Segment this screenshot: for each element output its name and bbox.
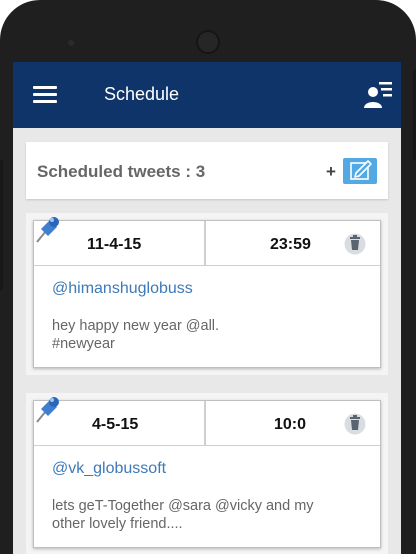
tweet-card: 4-5-15 10:0 @vk_globussoft lets geT-Toge…	[26, 393, 388, 554]
tweet-header: 11-4-15 23:59	[34, 217, 380, 266]
hamburger-menu-icon[interactable]	[33, 86, 57, 104]
tweet-content-box: 11-4-15 23:59 @himanshuglobuss hey happy…	[33, 217, 381, 368]
edit-pencil-icon	[350, 160, 372, 180]
phone-frame: Schedule Scheduled tweets : 3 + 11-4-15 …	[0, 0, 416, 554]
tweet-date: 11-4-15	[87, 236, 142, 253]
scheduled-count-label: Scheduled tweets : 3	[37, 162, 206, 181]
sensor	[68, 40, 74, 46]
tweet-text: lets geT-Together @sara @vicky and my ot…	[52, 498, 314, 532]
tweet-header: 4-5-15 10:0	[34, 397, 380, 446]
phone-top-bezel	[0, 0, 416, 62]
user-list-icon[interactable]	[363, 78, 393, 110]
tweet-time: 23:59	[270, 236, 311, 253]
app-bar: Schedule	[13, 62, 401, 128]
tweet-time: 10:0	[274, 416, 307, 433]
header-divider	[204, 401, 206, 445]
tweet-text: hey happy new year @all. #newyear	[52, 318, 220, 352]
side-button-left	[0, 160, 3, 290]
add-symbol[interactable]: +	[326, 162, 336, 182]
front-camera	[196, 30, 220, 54]
compose-tweet-button[interactable]	[343, 158, 377, 184]
screen: Schedule Scheduled tweets : 3 + 11-4-15 …	[13, 62, 401, 554]
tweet-body: @himanshuglobuss hey happy new year @all…	[34, 266, 380, 367]
tweet-content-box: 4-5-15 10:0 @vk_globussoft lets geT-Toge…	[33, 397, 381, 548]
trash-icon[interactable]	[344, 231, 366, 255]
tweet-card: 11-4-15 23:59 @himanshuglobuss hey happy…	[26, 213, 388, 375]
page-title: Schedule	[104, 84, 180, 104]
pushpin-icon	[36, 217, 59, 243]
scheduled-count-card: Scheduled tweets : 3 +	[26, 142, 388, 199]
tweet-date: 4-5-15	[92, 416, 139, 433]
tweet-handle[interactable]: @himanshuglobuss	[52, 280, 362, 298]
pushpin-icon	[36, 397, 59, 423]
tweet-handle[interactable]: @vk_globussoft	[52, 460, 362, 478]
tweet-body: @vk_globussoft lets geT-Together @sara @…	[34, 446, 380, 547]
trash-icon[interactable]	[344, 411, 366, 435]
header-divider	[204, 221, 206, 265]
